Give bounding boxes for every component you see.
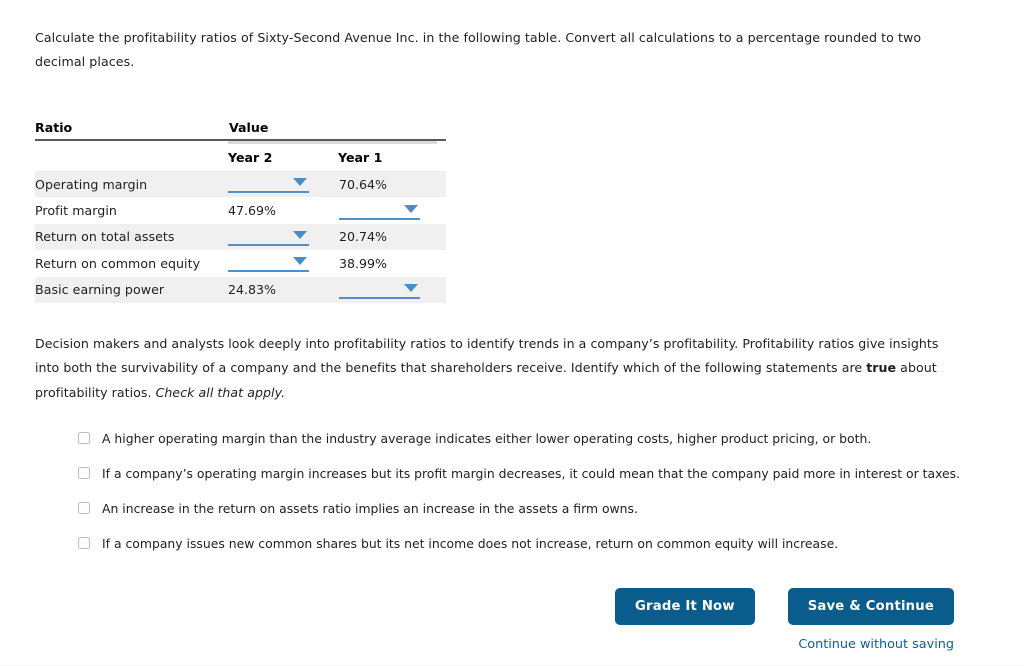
dropdown-underline	[228, 270, 309, 273]
year2-dropdown-return-on-total-assets[interactable]	[228, 226, 309, 248]
ratio-label: Return on total assets	[35, 223, 228, 251]
year1-dropdown-profit-margin[interactable]	[339, 200, 420, 222]
question-emphasis: true	[866, 360, 897, 376]
ratio-label: Basic earning power	[35, 276, 228, 303]
continue-without-saving-link[interactable]: Continue without saving	[798, 637, 954, 652]
question-text-part1: Decision makers and analysts look deeply…	[35, 335, 939, 376]
year2-value: 47.69%	[228, 203, 277, 219]
year1-value: 38.99%	[339, 255, 388, 271]
checkbox-icon[interactable]	[78, 432, 90, 445]
choice-label: If a company’s operating margin increase…	[102, 466, 961, 482]
table-row: Profit margin 47.69%	[35, 197, 447, 224]
intro-paragraph: Calculate the profitability ratios of Si…	[35, 30, 922, 69]
question-instruction: Check all that apply.	[155, 384, 286, 400]
year2-cell	[228, 171, 338, 198]
choice-label: A higher operating margin than the indus…	[102, 431, 872, 447]
table-header-rule	[35, 139, 447, 144]
table-header-main: Ratio Value	[35, 116, 446, 139]
year2-cell	[228, 250, 338, 277]
exercise-page: Calculate the profitability ratios of Si…	[0, 0, 1024, 666]
save-and-continue-button[interactable]: Save & Continue	[787, 588, 954, 625]
column-header-blank	[35, 143, 228, 171]
chevron-down-icon	[404, 283, 418, 292]
ratio-table-container: Ratio Value Year 2 Year 1 Operating marg…	[35, 116, 447, 303]
column-header-ratio: Ratio	[35, 120, 73, 135]
checkbox-icon[interactable]	[78, 467, 90, 480]
ratio-table-body: Operating margin 70.64% Profit margin 47…	[35, 171, 447, 303]
button-row: Grade It Now Save & Continue	[615, 588, 954, 625]
year2-cell	[228, 223, 338, 251]
year1-cell: 70.64%	[338, 171, 447, 198]
year2-cell: 24.83%	[228, 276, 338, 303]
year1-value: 20.74%	[339, 229, 388, 245]
choice-label: An increase in the return on assets rati…	[102, 501, 638, 517]
table-row: Return on common equity 38.99%	[35, 250, 447, 277]
year1-cell: 38.99%	[338, 250, 447, 277]
table-row: Basic earning power 24.83%	[35, 276, 447, 303]
table-row: Operating margin 70.64%	[35, 171, 447, 198]
dropdown-underline	[339, 296, 420, 299]
year1-dropdown-basic-earning-power[interactable]	[339, 279, 420, 301]
column-header-year2: Year 2	[228, 149, 273, 165]
dropdown-underline	[228, 191, 309, 194]
ratio-label: Return on common equity	[35, 250, 228, 277]
list-item[interactable]: If a company issues new common shares bu…	[78, 535, 989, 552]
profitability-ratio-table: Ratio Value Year 2 Year 1 Operating marg…	[35, 116, 447, 303]
chevron-down-icon	[404, 204, 418, 213]
column-header-year1: Year 1	[338, 149, 383, 165]
chevron-down-icon	[293, 230, 307, 239]
checkbox-icon[interactable]	[78, 537, 90, 550]
list-item[interactable]: If a company’s operating margin increase…	[78, 465, 989, 482]
year2-value: 24.83%	[228, 282, 277, 298]
year2-dropdown-return-on-common-equity[interactable]	[228, 252, 309, 274]
dropdown-underline	[228, 243, 309, 246]
table-header-sub: Year 2 Year 1	[35, 143, 446, 171]
list-item[interactable]: A higher operating margin than the indus…	[78, 430, 989, 447]
continue-link-row: Continue without saving	[615, 633, 954, 652]
chevron-down-icon	[293, 178, 307, 187]
column-header-value: Value	[229, 120, 269, 135]
checkbox-icon[interactable]	[78, 502, 90, 515]
dropdown-underline	[339, 217, 420, 220]
answer-choice-list: A higher operating margin than the indus…	[35, 430, 989, 552]
choice-label: If a company issues new common shares bu…	[102, 536, 839, 552]
grade-it-now-button[interactable]: Grade It Now	[615, 588, 755, 625]
chevron-down-icon	[293, 257, 307, 266]
table-row: Return on total assets 20.74%	[35, 223, 447, 251]
year1-cell	[338, 197, 447, 224]
header-divider-light	[228, 141, 437, 144]
year1-cell: 20.74%	[338, 223, 447, 251]
year1-value: 70.64%	[339, 176, 388, 192]
ratio-label: Profit margin	[35, 197, 228, 224]
year2-cell: 47.69%	[228, 197, 338, 224]
year2-dropdown-operating-margin[interactable]	[228, 173, 309, 195]
ratio-label: Operating margin	[35, 171, 228, 198]
list-item[interactable]: An increase in the return on assets rati…	[78, 500, 989, 517]
action-bar: Grade It Now Save & Continue Continue wi…	[615, 588, 954, 652]
year1-cell	[338, 276, 447, 303]
question-paragraph: Decision makers and analysts look deeply…	[35, 332, 960, 406]
